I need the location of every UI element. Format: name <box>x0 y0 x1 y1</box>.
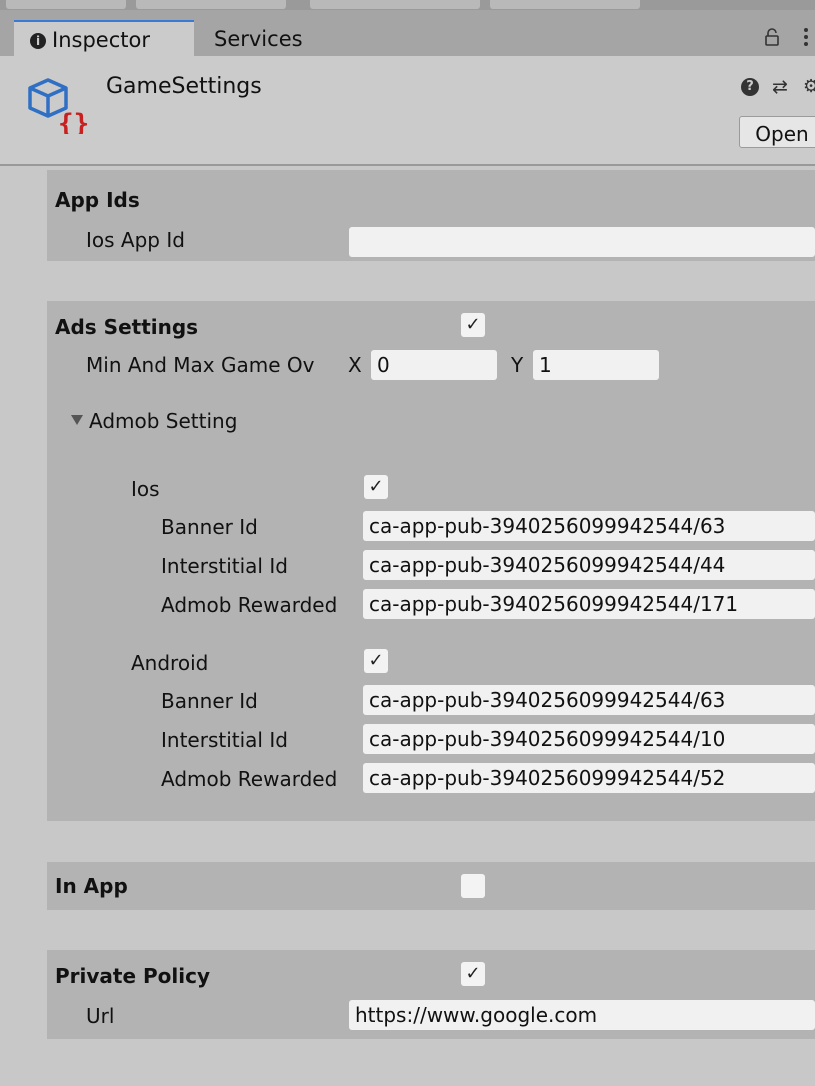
tab-services[interactable]: Services <box>214 22 303 56</box>
android-label: Android <box>131 651 209 675</box>
foldout-arrow-icon <box>71 415 83 425</box>
y-label: Y <box>511 353 524 377</box>
private-policy-section: Private Policy ✓ Url https://www.google.… <box>47 950 815 1039</box>
x-input[interactable]: 0 <box>371 350 497 380</box>
y-input[interactable]: 1 <box>533 350 659 380</box>
info-icon: i <box>30 33 46 49</box>
help-icon[interactable]: ? <box>741 78 759 96</box>
android-interstitial-id-input[interactable]: ca-app-pub-3940256099942544/10 <box>363 724 815 754</box>
ads-enabled-checkbox[interactable]: ✓ <box>461 313 485 337</box>
top-strip-segment <box>490 0 640 9</box>
ios-enabled-checkbox[interactable]: ✓ <box>364 475 388 499</box>
ios-interstitial-id-label: Interstitial Id <box>161 554 288 578</box>
android-rewarded-input[interactable]: ca-app-pub-3940256099942544/52 <box>363 763 815 793</box>
ios-label: Ios <box>131 477 160 501</box>
ads-settings-header: Ads Settings <box>55 315 199 339</box>
lock-icon[interactable] <box>765 28 779 46</box>
android-enabled-checkbox[interactable]: ✓ <box>364 649 388 673</box>
open-button[interactable]: Open <box>739 116 815 148</box>
ios-rewarded-input[interactable]: ca-app-pub-3940256099942544/171 <box>363 589 815 619</box>
settings-cog-icon[interactable]: ⚙ <box>803 76 815 97</box>
private-policy-header: Private Policy <box>55 964 210 988</box>
android-banner-id-input[interactable]: ca-app-pub-3940256099942544/63 <box>363 685 815 715</box>
ads-settings-section: Ads Settings ✓ Min And Max Game Ov X 0 Y… <box>47 301 815 821</box>
svg-text:{}: {} <box>58 109 89 134</box>
admob-setting-foldout[interactable]: Admob Setting <box>71 409 237 433</box>
scriptable-object-icon: {} <box>28 78 89 134</box>
android-banner-id-label: Banner Id <box>161 689 258 713</box>
top-strip-segment <box>6 0 126 9</box>
ios-banner-id-input[interactable]: ca-app-pub-3940256099942544/63 <box>363 511 815 541</box>
admob-setting-label: Admob Setting <box>89 409 238 433</box>
url-input[interactable]: https://www.google.com <box>349 1000 815 1030</box>
ios-rewarded-label: Admob Rewarded <box>161 593 338 617</box>
presets-icon[interactable]: ⇄ <box>772 76 788 98</box>
ios-app-id-label: Ios App Id <box>86 228 185 252</box>
inspector-content: App Ids Ios App Id Ads Settings ✓ Min An… <box>0 166 815 1086</box>
ios-interstitial-id-input[interactable]: ca-app-pub-3940256099942544/44 <box>363 550 815 580</box>
game-over-range-label: Min And Max Game Ov <box>86 353 315 377</box>
in-app-enabled-checkbox[interactable] <box>461 874 485 898</box>
in-app-header: In App <box>55 874 128 898</box>
app-ids-header: App Ids <box>55 188 140 212</box>
app-ids-section: App Ids Ios App Id <box>47 170 815 261</box>
tab-inspector-label: Inspector <box>52 28 150 52</box>
ios-banner-id-label: Banner Id <box>161 515 258 539</box>
tab-inspector[interactable]: i Inspector <box>14 20 194 58</box>
kebab-menu-icon[interactable] <box>803 26 809 48</box>
android-interstitial-id-label: Interstitial Id <box>161 728 288 752</box>
tab-bar: i Inspector Services <box>0 10 815 58</box>
url-label: Url <box>86 1004 115 1028</box>
ios-app-id-input[interactable] <box>349 227 815 257</box>
window-top-strip <box>0 0 815 10</box>
top-strip-segment <box>310 0 480 9</box>
private-policy-enabled-checkbox[interactable]: ✓ <box>461 962 485 986</box>
android-rewarded-label: Admob Rewarded <box>161 767 338 791</box>
top-strip-segment <box>136 0 286 9</box>
tab-services-label: Services <box>214 27 303 51</box>
asset-header: {} GameSettings ? ⇄ ⚙ Open <box>0 56 815 166</box>
x-label: X <box>348 353 362 377</box>
in-app-section: In App <box>47 862 815 910</box>
asset-title: GameSettings <box>106 74 262 99</box>
